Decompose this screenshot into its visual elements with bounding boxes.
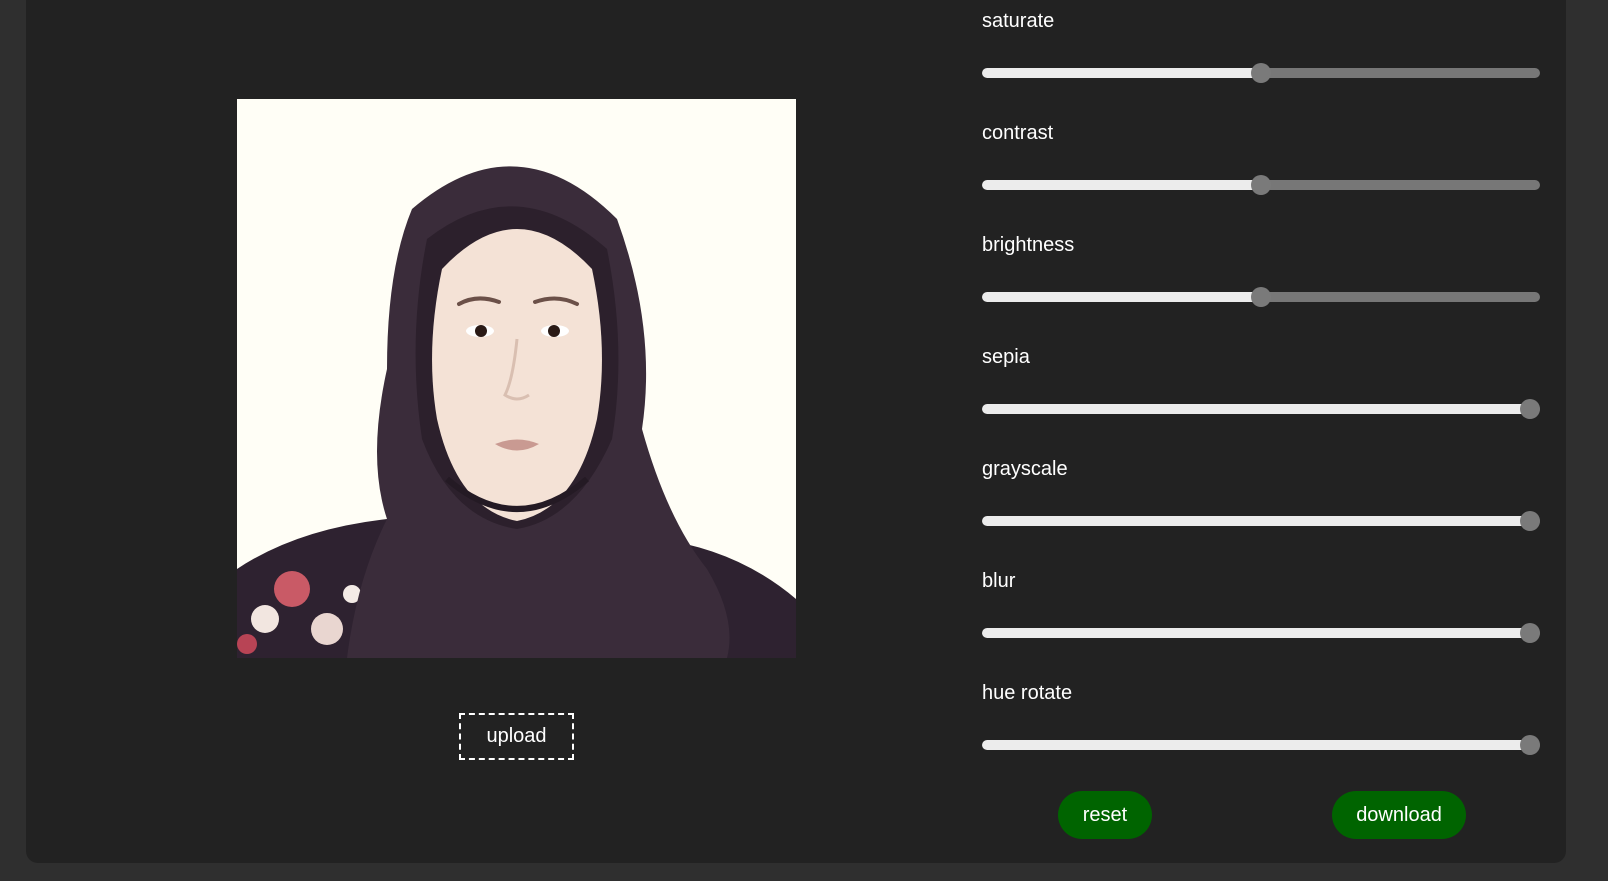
- sepia-slider[interactable]: [982, 397, 1540, 421]
- contrast-slider[interactable]: [982, 173, 1540, 197]
- control-contrast: contrast: [982, 112, 1542, 224]
- grayscale-slider[interactable]: [982, 509, 1540, 533]
- photo-preview: [237, 99, 796, 658]
- control-blur: blur: [982, 560, 1542, 672]
- contrast-slider-fill: [982, 180, 1261, 190]
- grayscale-label: grayscale: [982, 458, 1068, 480]
- hue-rotate-slider-fill: [982, 740, 1530, 750]
- download-button[interactable]: download: [1332, 791, 1466, 839]
- control-hue-rotate: hue rotate: [982, 672, 1542, 784]
- brightness-slider-thumb[interactable]: [1251, 287, 1271, 307]
- blur-slider-track: [982, 628, 1540, 638]
- grayscale-slider-track: [982, 516, 1540, 526]
- saturate-slider[interactable]: [982, 61, 1540, 85]
- brightness-label: brightness: [982, 234, 1075, 256]
- hue-rotate-slider-track: [982, 740, 1540, 750]
- control-brightness: brightness: [982, 224, 1542, 336]
- sepia-slider-fill: [982, 404, 1530, 414]
- contrast-slider-thumb[interactable]: [1251, 175, 1271, 195]
- blur-slider-fill: [982, 628, 1530, 638]
- saturate-slider-thumb[interactable]: [1251, 63, 1271, 83]
- brightness-slider[interactable]: [982, 285, 1540, 309]
- reset-button[interactable]: reset: [1058, 791, 1152, 839]
- grayscale-slider-thumb[interactable]: [1520, 511, 1540, 531]
- hue-rotate-label: hue rotate: [982, 682, 1073, 704]
- blur-slider[interactable]: [982, 621, 1540, 645]
- blur-slider-thumb[interactable]: [1520, 623, 1540, 643]
- brightness-slider-fill: [982, 292, 1261, 302]
- hue-rotate-slider[interactable]: [982, 733, 1540, 757]
- sepia-slider-track: [982, 404, 1540, 414]
- saturate-label: saturate: [982, 10, 1055, 32]
- upload-button[interactable]: upload: [459, 713, 574, 760]
- contrast-label: contrast: [982, 122, 1054, 144]
- control-sepia: sepia: [982, 336, 1542, 448]
- grayscale-slider-fill: [982, 516, 1530, 526]
- control-saturate: saturate: [982, 0, 1542, 112]
- blur-label: blur: [982, 570, 1016, 592]
- hue-rotate-slider-thumb[interactable]: [1520, 735, 1540, 755]
- portrait-image: [237, 99, 796, 658]
- sepia-slider-thumb[interactable]: [1520, 399, 1540, 419]
- sepia-label: sepia: [982, 346, 1030, 368]
- control-grayscale: grayscale: [982, 448, 1542, 560]
- saturate-slider-fill: [982, 68, 1261, 78]
